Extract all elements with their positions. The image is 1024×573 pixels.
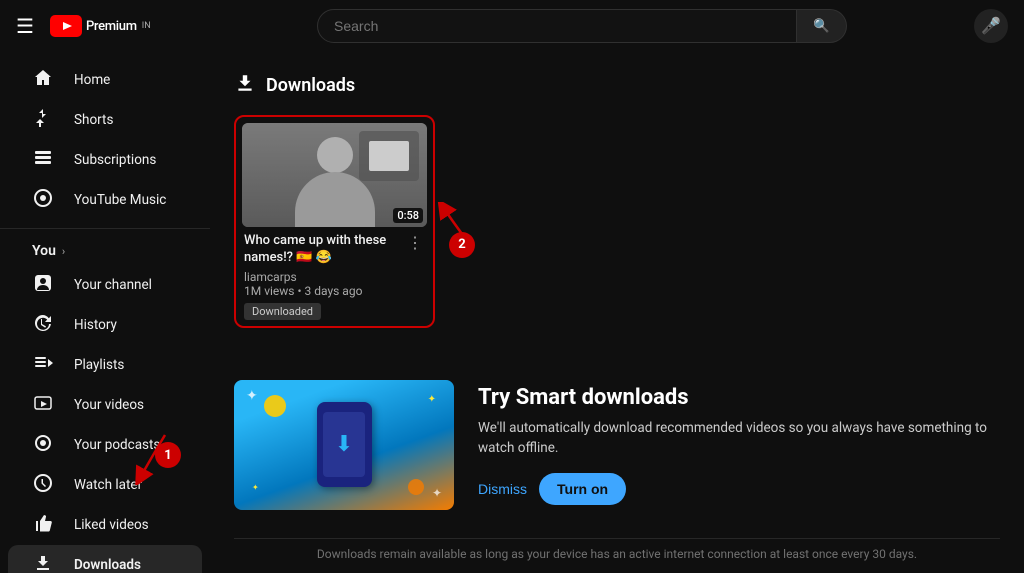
header-right: 🎤: [948, 9, 1008, 43]
youtube-icon: [50, 15, 82, 37]
sidebar-item-liked-videos[interactable]: Liked videos: [8, 505, 202, 545]
smart-thumb-inner: ✦ ✦ ✦ ✦ ⬇: [234, 380, 454, 510]
video-info: Who came up with these names!? 🇪🇸 😂 ⋮ li…: [242, 233, 427, 320]
downloads-header: Downloads: [234, 72, 1000, 99]
you-label: You: [32, 243, 56, 259]
phone-shape: ⬇: [317, 402, 372, 487]
downloads-nav-icon: [32, 553, 54, 573]
sidebar-item-home-label: Home: [74, 72, 110, 88]
downloads-title: Downloads: [266, 75, 355, 96]
turn-on-button[interactable]: Turn on: [539, 473, 626, 505]
liked-icon: [32, 513, 54, 538]
video-duration: 0:58: [393, 208, 423, 223]
sidebar-item-liked-videos-label: Liked videos: [74, 517, 149, 533]
video-channel: liamcarps: [244, 270, 425, 284]
home-icon: [32, 68, 54, 93]
downloads-header-icon: [234, 72, 256, 99]
premium-label: Premium: [86, 19, 137, 34]
subscriptions-icon: [32, 148, 54, 173]
video-title-row: Who came up with these names!? 🇪🇸 😂 ⋮: [244, 233, 425, 267]
you-chevron-icon: ›: [62, 245, 65, 258]
video-separator: •: [298, 284, 305, 298]
sidebar-item-youtube-music[interactable]: YouTube Music: [8, 180, 202, 220]
search-icon: 🔍: [813, 18, 830, 34]
sidebar-item-your-channel-label: Your channel: [74, 277, 152, 293]
sidebar-item-downloads-label: Downloads: [74, 557, 141, 573]
video-menu-button[interactable]: ⋮: [405, 233, 425, 252]
video-title: Who came up with these names!? 🇪🇸 😂: [244, 233, 405, 267]
mic-icon: 🎤: [981, 16, 1001, 36]
search-bar: [317, 9, 797, 43]
sidebar-item-watch-later-label: Watch later: [74, 477, 142, 493]
watch-later-icon: [32, 473, 54, 498]
video-meta: 1M views • 3 days ago: [244, 284, 425, 298]
smart-downloads-info: Try Smart downloads We'll automatically …: [478, 385, 1000, 505]
shorts-icon: [32, 108, 54, 133]
sidebar-item-subscriptions[interactable]: Subscriptions: [8, 140, 202, 180]
sidebar-item-playlists[interactable]: Playlists: [8, 345, 202, 385]
search-button[interactable]: 🔍: [797, 9, 847, 43]
video-card-inner: 0:58 Who came up with these names!? 🇪🇸 😂…: [242, 123, 427, 320]
music-icon: [32, 188, 54, 213]
smart-downloads-card: ✦ ✦ ✦ ✦ ⬇ Try Smart downloads We'll: [234, 368, 1000, 522]
sidebar-item-playlists-label: Playlists: [74, 357, 124, 373]
downloads-footer-note: Downloads remain available as long as yo…: [234, 538, 1000, 561]
sidebar-item-your-podcasts-label: Your podcasts: [74, 437, 160, 453]
locale-badge: IN: [142, 21, 151, 31]
yt-logo: [50, 15, 82, 37]
smart-downloads-title: Try Smart downloads: [478, 385, 1000, 410]
downloads-video-card[interactable]: 0:58 Who came up with these names!? 🇪🇸 😂…: [234, 115, 435, 328]
sidebar-item-home[interactable]: Home: [8, 60, 202, 100]
smart-downloads-actions: Dismiss Turn on: [478, 473, 1000, 505]
dismiss-button[interactable]: Dismiss: [478, 481, 527, 497]
sidebar-item-your-channel[interactable]: Your channel: [8, 265, 202, 305]
main-content: Downloads 0:58: [210, 52, 1024, 573]
smart-downloads-desc: We'll automatically download recommended…: [478, 418, 1000, 459]
you-section[interactable]: You ›: [8, 237, 202, 265]
sidebar-item-subscriptions-label: Subscriptions: [74, 152, 156, 168]
podcasts-icon: [32, 433, 54, 458]
sidebar-item-music-label: YouTube Music: [74, 192, 166, 208]
sidebar-item-your-videos-label: Your videos: [74, 397, 144, 413]
phone-screen: ⬇: [323, 412, 365, 477]
sidebar-item-history-label: History: [74, 317, 117, 333]
video-time-ago: 3 days ago: [305, 284, 363, 298]
header-center: 🔍: [232, 9, 932, 43]
your-videos-icon: [32, 393, 54, 418]
hamburger-icon[interactable]: ☰: [16, 14, 34, 38]
sidebar-divider-1: [0, 228, 210, 229]
sidebar-item-history[interactable]: History: [8, 305, 202, 345]
downloaded-badge: Downloaded: [244, 303, 321, 320]
sidebar-item-your-videos[interactable]: Your videos: [8, 385, 202, 425]
search-input[interactable]: [318, 10, 796, 42]
sidebar-item-shorts[interactable]: Shorts: [8, 100, 202, 140]
history-icon: [32, 313, 54, 338]
sidebar-item-downloads[interactable]: Downloads: [8, 545, 202, 573]
mic-button[interactable]: 🎤: [974, 9, 1008, 43]
sidebar-item-watch-later[interactable]: Watch later: [8, 465, 202, 505]
annotation-2: 2: [449, 232, 475, 258]
header-left: ☰ Premium IN: [16, 14, 216, 38]
body: Home Shorts Subscriptions YouTube Music …: [0, 52, 1024, 573]
sidebar-item-shorts-label: Shorts: [74, 112, 113, 128]
logo-area[interactable]: Premium IN: [50, 15, 151, 37]
phone-download-icon: ⬇: [335, 432, 353, 457]
playlists-icon: [32, 353, 54, 378]
channel-icon: [32, 273, 54, 298]
smart-downloads-thumbnail: ✦ ✦ ✦ ✦ ⬇: [234, 380, 454, 510]
video-views: 1M views: [244, 284, 295, 298]
video-thumbnail: 0:58: [242, 123, 427, 227]
header: ☰ Premium IN 🔍 🎤: [0, 0, 1024, 52]
sidebar: Home Shorts Subscriptions YouTube Music …: [0, 52, 210, 573]
